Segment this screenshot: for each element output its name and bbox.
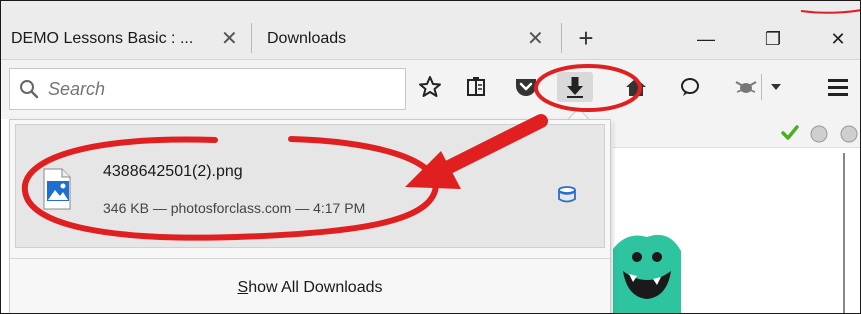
bookmark-star-icon[interactable] (415, 72, 445, 102)
browser-window: DEMO Lessons Basic : ... ✕ Downloads ✕ +… (0, 0, 861, 314)
dropdown-icon[interactable] (766, 72, 786, 102)
page-scroll-edge (843, 153, 845, 313)
image-file-icon (43, 168, 71, 210)
tab-title: DEMO Lessons Basic : ... (11, 30, 194, 47)
pocket-icon[interactable] (511, 72, 541, 102)
tab-downloads[interactable]: Downloads ✕ (267, 19, 557, 59)
close-window-button[interactable]: ✕ (816, 19, 860, 59)
minimize-button[interactable]: — (684, 19, 728, 59)
show-all-downloads-button[interactable]: Show All Downloads (10, 258, 610, 313)
monster-image (613, 234, 681, 313)
open-folder-icon[interactable] (556, 183, 578, 205)
checkmark-icon (781, 125, 799, 140)
hamburger-menu-icon[interactable] (823, 72, 853, 102)
new-tab-button[interactable]: + (566, 19, 606, 59)
show-all-label: how All Downloads (248, 279, 383, 296)
chat-bubble-icon[interactable] (675, 72, 705, 102)
tab-strip: DEMO Lessons Basic : ... ✕ Downloads ✕ +… (1, 1, 860, 59)
reading-list-icon[interactable] (461, 72, 491, 102)
tab-divider (561, 23, 562, 53)
tab-demo-lessons[interactable]: DEMO Lessons Basic : ... ✕ (11, 19, 241, 59)
extension-strip (613, 119, 860, 148)
downloads-arrow-icon (567, 77, 583, 98)
accesskey-letter: S (237, 279, 249, 296)
download-meta: 346 KB — photosforclass.com — 4:17 PM (103, 200, 366, 216)
downloads-panel: 4388642501(2).png 346 KB — photosforclas… (9, 119, 611, 313)
toolbar-divider (761, 74, 762, 100)
home-icon[interactable] (621, 72, 651, 102)
status-dot-icon (810, 125, 828, 143)
tab-divider (251, 23, 252, 53)
downloads-button[interactable] (557, 72, 593, 102)
status-dot-icon (840, 125, 858, 143)
restore-button[interactable]: ❐ (751, 19, 795, 59)
search-icon (20, 80, 39, 99)
download-filename: 4388642501(2).png (103, 163, 243, 180)
close-tab-icon[interactable]: ✕ (527, 26, 544, 51)
close-tab-icon[interactable]: ✕ (221, 26, 238, 51)
tab-title: Downloads (267, 30, 347, 47)
nav-toolbar (1, 59, 860, 120)
search-box[interactable] (9, 68, 406, 110)
bug-extension-icon[interactable] (731, 72, 761, 102)
download-item[interactable]: 4388642501(2).png 346 KB — photosforclas… (15, 124, 605, 248)
search-input[interactable] (46, 75, 390, 103)
